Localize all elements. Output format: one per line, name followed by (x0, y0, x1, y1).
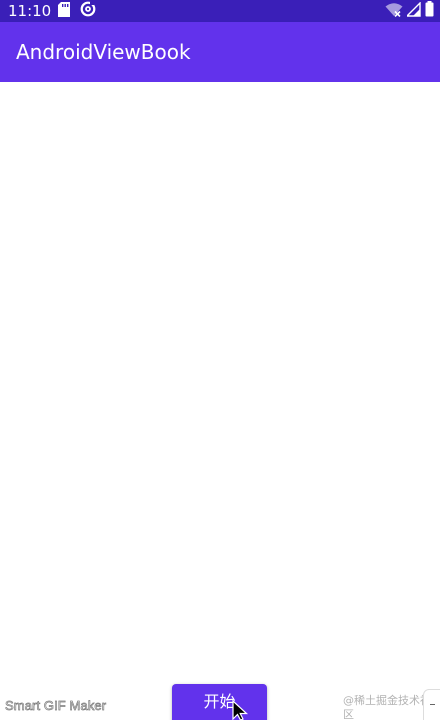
battery-icon (425, 1, 434, 21)
status-right-icons (385, 0, 434, 21)
start-button[interactable]: 开始 (172, 684, 267, 720)
app-title: AndroidViewBook (16, 40, 191, 64)
mouse-pointer-icon (232, 699, 250, 720)
gif-maker-watermark: Smart GIF Maker (5, 698, 107, 714)
status-left-icons (58, 1, 96, 21)
status-bar: 11:10 (0, 0, 440, 22)
app-screen: 11:10 AndroidViewBook Smart GIF Maker 开始… (0, 0, 440, 720)
wifi-icon (385, 2, 403, 21)
sd-card-icon (58, 1, 70, 21)
cell-signal-icon (405, 0, 421, 21)
data-saver-icon (80, 1, 96, 21)
minus-icon (430, 704, 435, 705)
floating-corner-button[interactable] (423, 689, 440, 720)
content-area (0, 82, 440, 720)
app-bar: AndroidViewBook (0, 22, 440, 82)
start-button-label: 开始 (203, 692, 236, 711)
status-time: 11:10 (8, 2, 52, 20)
